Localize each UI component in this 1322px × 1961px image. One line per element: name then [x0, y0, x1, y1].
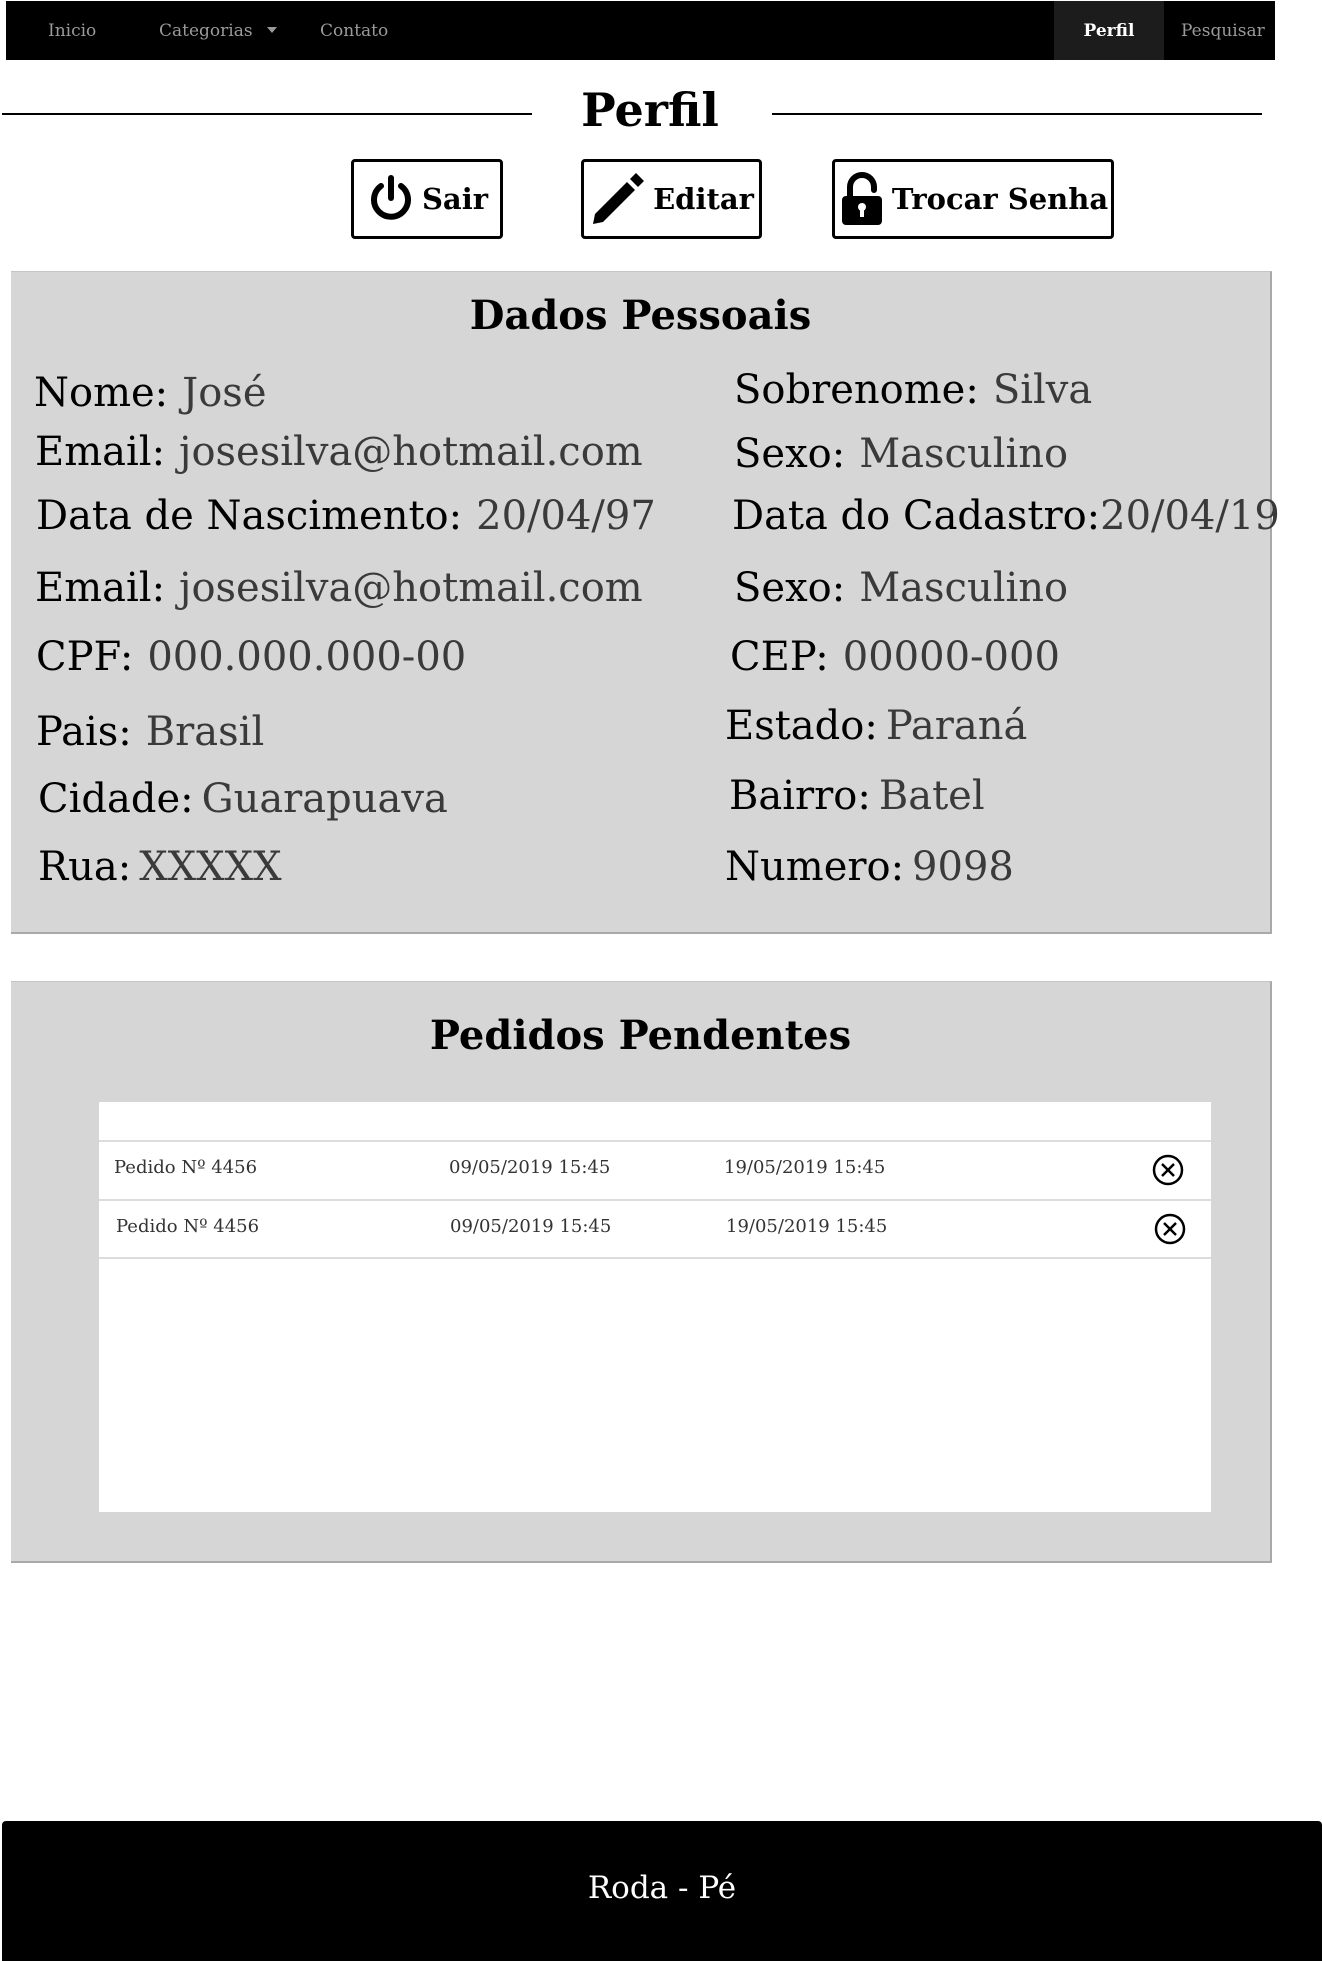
- field-label: Email:: [35, 565, 166, 611]
- logout-button[interactable]: Sair: [351, 159, 503, 239]
- field-label: Sobrenome:: [734, 367, 979, 413]
- field-number: Numero: 9098: [725, 843, 1014, 891]
- field-value: Guarapuava: [201, 776, 448, 822]
- change-password-label: Trocar Senha: [891, 182, 1109, 216]
- field-label: Cidade:: [38, 776, 194, 822]
- field-street: Rua: XXXXX: [38, 843, 282, 891]
- edit-label: Editar: [653, 182, 754, 216]
- field-value: José: [182, 370, 267, 416]
- field-cep: CEP: 00000-000: [730, 633, 1060, 681]
- nav-link-profile[interactable]: Perfil: [1054, 1, 1164, 60]
- nav-link-home[interactable]: Inicio: [48, 1, 96, 60]
- field-value: XXXXX: [139, 844, 282, 890]
- field-gender: Sexo: Masculino: [734, 430, 1068, 478]
- order-due-date: 19/05/2019 15:45: [726, 1216, 888, 1237]
- pending-orders-panel: Pedidos Pendentes Pedido Nº 4456 09/05/2…: [11, 981, 1272, 1563]
- field-country: Pais: Brasil: [36, 708, 264, 756]
- field-state: Estado: Paraná: [725, 702, 1027, 750]
- table-row: Pedido Nº 4456 09/05/2019 15:45 19/05/20…: [99, 1199, 1211, 1259]
- field-email: Email: josesilva@hotmail.com: [35, 428, 643, 476]
- field-value: 9098: [912, 844, 1014, 890]
- field-label: Nome:: [34, 370, 169, 416]
- footer-text: Roda - Pé: [587, 1870, 737, 1906]
- table-row: Pedido Nº 4456 09/05/2019 15:45 19/05/20…: [99, 1140, 1211, 1199]
- field-cpf: CPF: 000.000.000-00: [36, 633, 466, 681]
- change-password-button[interactable]: Trocar Senha: [832, 159, 1114, 239]
- cancel-order-icon[interactable]: [1151, 1153, 1185, 1187]
- field-value: 00000-000: [842, 634, 1060, 680]
- nav-link-search[interactable]: Pesquisar: [1181, 1, 1265, 60]
- field-label: Data do Cadastro:: [732, 493, 1101, 539]
- order-number: Pedido Nº 4456: [116, 1216, 260, 1237]
- field-value: Silva: [992, 367, 1093, 413]
- field-city: Cidade: Guarapuava: [38, 775, 448, 823]
- field-email-2: Email: josesilva@hotmail.com: [35, 564, 643, 612]
- field-value: Masculino: [859, 431, 1069, 477]
- field-label: CPF:: [36, 634, 134, 680]
- field-label: Rua:: [38, 844, 132, 890]
- field-label: Data de Nascimento:: [36, 493, 463, 539]
- field-registration-date: Data do Cadastro:20/04/19: [732, 492, 1280, 540]
- order-date: 09/05/2019 15:45: [449, 1157, 611, 1178]
- top-navbar: Inicio Categorias Contato Perfil Pesquis…: [6, 1, 1275, 60]
- footer: Roda - Pé: [2, 1821, 1322, 1961]
- field-value: 000.000.000-00: [147, 634, 467, 680]
- pending-orders-title: Pedidos Pendentes: [429, 1012, 852, 1059]
- order-date: 09/05/2019 15:45: [450, 1216, 612, 1237]
- page-title: Perfil: [581, 83, 719, 137]
- cancel-order-icon[interactable]: [1153, 1212, 1187, 1246]
- order-due-date: 19/05/2019 15:45: [724, 1157, 886, 1178]
- unlock-icon: [841, 172, 882, 225]
- logout-label: Sair: [421, 182, 489, 216]
- field-value: Batel: [878, 773, 985, 819]
- field-label: Numero:: [725, 844, 905, 890]
- field-first-name: Nome: José: [34, 369, 267, 417]
- personal-data-title: Dados Pessoais: [469, 292, 812, 339]
- field-neighborhood: Bairro: Batel: [729, 772, 985, 820]
- field-value: Brasil: [145, 709, 265, 755]
- caret-down-icon: [266, 26, 277, 33]
- pencil-icon: [593, 173, 645, 224]
- field-value: josesilva@hotmail.com: [179, 429, 643, 475]
- nav-link-contact[interactable]: Contato: [320, 1, 388, 60]
- order-number: Pedido Nº 4456: [114, 1157, 258, 1178]
- personal-data-panel: Dados Pessoais Nome: José Sobrenome: Silva…: [11, 271, 1280, 934]
- field-value: 20/04/97: [476, 493, 656, 539]
- field-value: Paraná: [885, 703, 1028, 749]
- field-label: Estado:: [725, 703, 878, 749]
- field-last-name: Sobrenome: Silva: [734, 366, 1092, 414]
- field-label: Email:: [35, 429, 166, 475]
- title-divider-right: [772, 113, 1262, 115]
- power-icon: [371, 175, 411, 220]
- field-gender-2: Sexo: Masculino: [734, 564, 1068, 612]
- title-divider-left: [2, 113, 532, 115]
- field-value: 20/04/19: [1100, 493, 1280, 539]
- orders-table: Pedido Nº 4456 09/05/2019 15:45 19/05/20…: [99, 1102, 1211, 1512]
- nav-dropdown-categories[interactable]: Categorias: [159, 1, 277, 60]
- field-birth-date: Data de Nascimento: 20/04/97: [36, 492, 656, 540]
- field-label: Sexo:: [734, 431, 846, 477]
- edit-button[interactable]: Editar: [581, 159, 762, 239]
- field-label: Pais:: [36, 709, 132, 755]
- nav-categories-label: Categorias: [159, 21, 253, 41]
- field-label: Sexo:: [734, 565, 846, 611]
- field-value: josesilva@hotmail.com: [179, 565, 643, 611]
- field-label: CEP:: [730, 634, 829, 680]
- field-label: Bairro:: [729, 773, 871, 819]
- field-value: Masculino: [859, 565, 1069, 611]
